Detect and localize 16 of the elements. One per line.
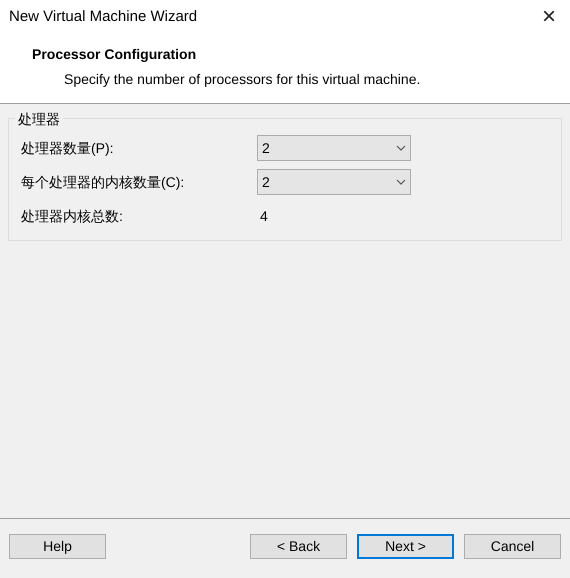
field-value: 4 [259,206,268,226]
window-title: New Virtual Machine Wizard [9,6,198,27]
field-label: 每个处理器的内核数量(C): [21,172,186,192]
close-icon[interactable]: × [542,5,556,29]
chevron-down-icon [396,145,406,151]
field-label: 处理器数量(P): [21,138,115,158]
dropdown-field[interactable]: 2 [257,135,411,161]
page-heading: Processor Configuration [32,45,198,64]
page-description: Specify the number of processors for this virtual machine. [63,70,422,89]
chevron-down-icon [396,179,406,185]
wizard-button[interactable]: Next > [357,534,454,559]
dropdown-field[interactable]: 2 [257,169,411,195]
wizard-button[interactable]: < Back [250,534,347,559]
help-button[interactable]: Help [9,534,106,559]
wizard-button[interactable]: Cancel [464,534,561,559]
field-label: 处理器内核总数: [21,206,124,226]
